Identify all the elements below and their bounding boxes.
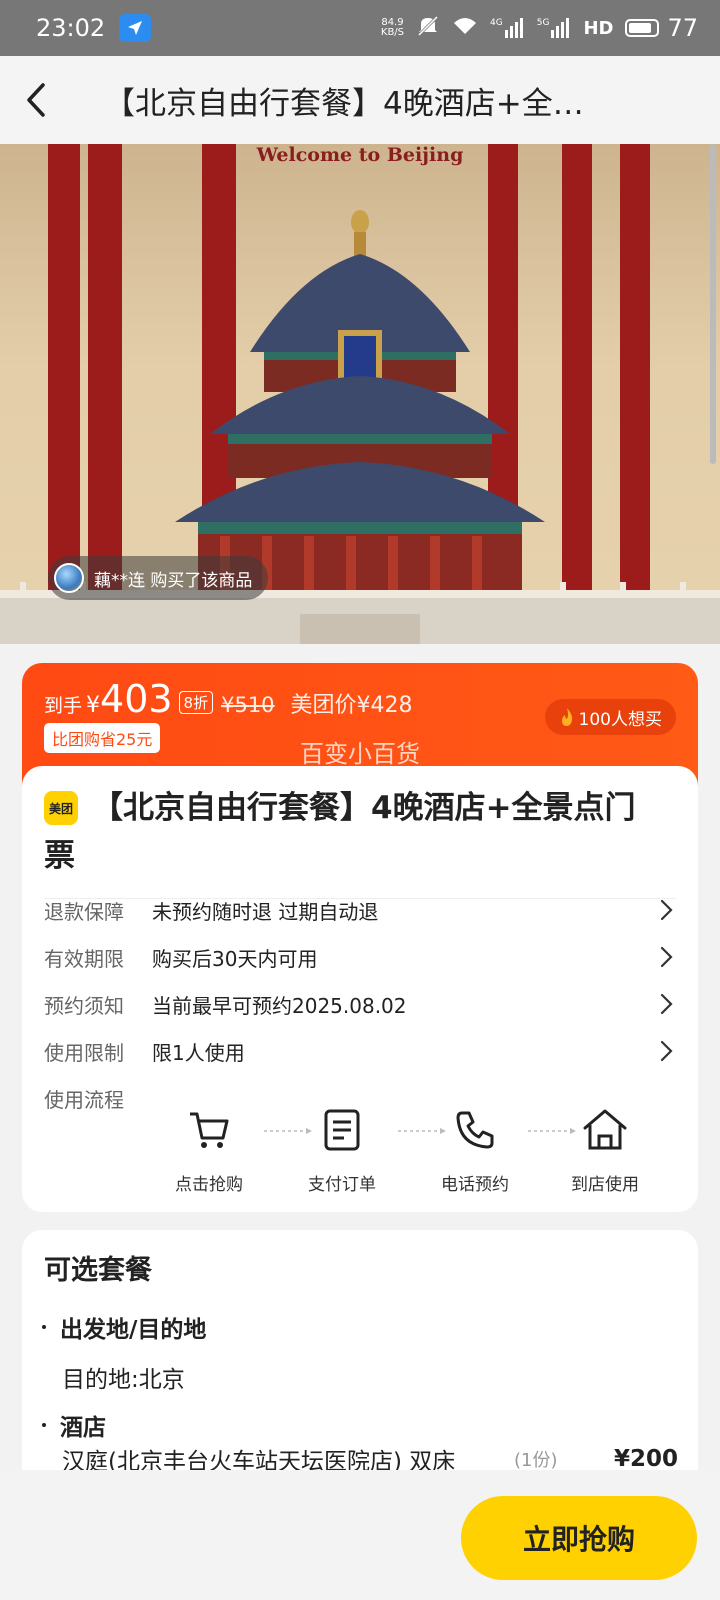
chevron-right-icon <box>660 946 673 968</box>
net-speed-unit: KB/S <box>380 27 405 38</box>
recent-buyer-notice: 藕**连 购买了该商品 <box>48 556 269 600</box>
info-row-limit[interactable]: 使用限制 限1人使用 <box>44 1031 676 1071</box>
info-row-validity[interactable]: 有效期限 购买后30天内可用 <box>44 937 676 977</box>
hero-image[interactable]: Welcome to Beijing 藕**连 购买了该商品 <box>0 144 720 644</box>
flow-step-label: 支付订单 <box>308 1175 376 1195</box>
avatar <box>54 563 84 593</box>
info-label: 使用流程 <box>44 1087 124 1112</box>
signal-5g-icon: 5G <box>537 18 572 38</box>
package-title: 可选套餐 <box>44 1255 152 1286</box>
hotel-price: ¥200 <box>613 1446 678 1472</box>
product-info-card: 百变小百货 美团 【北京自由行套餐】4晚酒店+全景点门票 退款保障 未预约随时退… <box>22 740 698 1212</box>
discount-badge: 8折 <box>178 691 214 714</box>
battery-icon <box>625 19 660 37</box>
flow-step: 到店使用 <box>560 1106 650 1195</box>
cart-icon <box>190 1112 229 1148</box>
flow-step-label: 到店使用 <box>571 1175 639 1195</box>
mute-icon <box>416 14 440 42</box>
destination-text: 目的地:北京 <box>62 1367 185 1393</box>
document-icon <box>324 1109 360 1151</box>
chevron-left-icon <box>27 83 45 117</box>
info-row-booking[interactable]: 预约须知 当前最早可预约2025.08.02 <box>44 984 676 1024</box>
house-icon <box>583 1109 627 1150</box>
package-section-hotel: 酒店 <box>42 1408 106 1442</box>
back-button[interactable] <box>0 56 72 144</box>
chevron-right-icon <box>660 993 673 1015</box>
hero-scrollbar <box>710 144 716 464</box>
hd-label: HD <box>583 17 614 39</box>
battery: 77 <box>625 14 698 42</box>
watermark-text: 百变小百货 <box>300 740 420 768</box>
info-label: 退款保障 <box>44 899 124 924</box>
product-title: 【北京自由行套餐】4晚酒店+全景点门票 <box>44 790 636 874</box>
flow-step-label: 点击抢购 <box>175 1175 243 1195</box>
want-count-badge: 100人想买 <box>544 699 676 735</box>
fire-icon <box>561 708 572 726</box>
usage-flow: 点击抢购 支付订单 电话预约 到店使用 <box>172 1106 672 1202</box>
net-speed: 84.9 KB/S <box>381 18 404 38</box>
package-section-departure: 出发地/目的地 <box>42 1310 206 1344</box>
info-label: 有效期限 <box>44 946 124 971</box>
price-amount: 403 <box>100 677 173 721</box>
info-value: 未预约随时退 过期自动退 <box>152 899 379 924</box>
info-row-refund[interactable]: 退款保障 未预约随时退 过期自动退 <box>44 890 676 930</box>
recent-buyer-text: 藕**连 购买了该商品 <box>94 570 253 591</box>
original-price: ¥510 <box>221 693 275 717</box>
bottom-action-bar: 立即抢购 <box>0 1470 720 1600</box>
info-value: 限1人使用 <box>152 1040 245 1065</box>
hotel-quantity: (1份) <box>514 1450 558 1471</box>
info-label: 预约须知 <box>44 993 124 1018</box>
signal-4g-icon: 4G <box>490 18 525 38</box>
navigation-arrow-icon <box>119 14 152 42</box>
section-label: 酒店 <box>60 1415 106 1441</box>
section-label: 出发地/目的地 <box>60 1317 207 1343</box>
info-label: 使用限制 <box>44 1040 124 1065</box>
bullet-dot <box>42 1325 46 1329</box>
chevron-right-icon <box>660 899 673 921</box>
bullet-dot <box>42 1423 46 1427</box>
signal-5g-label: 5G <box>536 18 550 28</box>
page-header: 【北京自由行套餐】4晚酒店+全… <box>0 56 720 144</box>
status-icons: 84.9 KB/S 4G 5G HD 77 <box>381 14 698 42</box>
flow-step-label: 电话预约 <box>441 1175 509 1195</box>
info-value: 购买后30天内可用 <box>152 946 318 971</box>
status-bar: 23:02 84.9 KB/S 4G 5G HD 77 <box>0 0 720 56</box>
signal-4g-label: 4G <box>490 18 503 28</box>
info-value: 当前最早可预约2025.08.02 <box>152 993 407 1018</box>
price-currency: ¥ <box>86 693 101 718</box>
meituan-price: 美团价¥428 <box>290 693 413 718</box>
price-row: 到手 ¥ 403 8折 ¥510 美团价¥428 <box>44 677 413 721</box>
wifi-icon <box>452 16 478 40</box>
flow-step: 电话预约 <box>430 1106 520 1195</box>
buy-now-button[interactable]: 立即抢购 <box>461 1496 697 1580</box>
page-title: 【北京自由行套餐】4晚酒店+全… <box>104 85 584 122</box>
flow-step: 支付订单 <box>297 1106 387 1195</box>
want-count: 100人想买 <box>578 709 662 730</box>
price-label: 到手 <box>44 695 83 717</box>
battery-level: 77 <box>667 14 698 42</box>
status-time: 23:02 <box>36 14 106 42</box>
phone-icon <box>456 1111 494 1149</box>
chevron-right-icon <box>660 1040 673 1062</box>
flow-step: 点击抢购 <box>164 1106 254 1195</box>
